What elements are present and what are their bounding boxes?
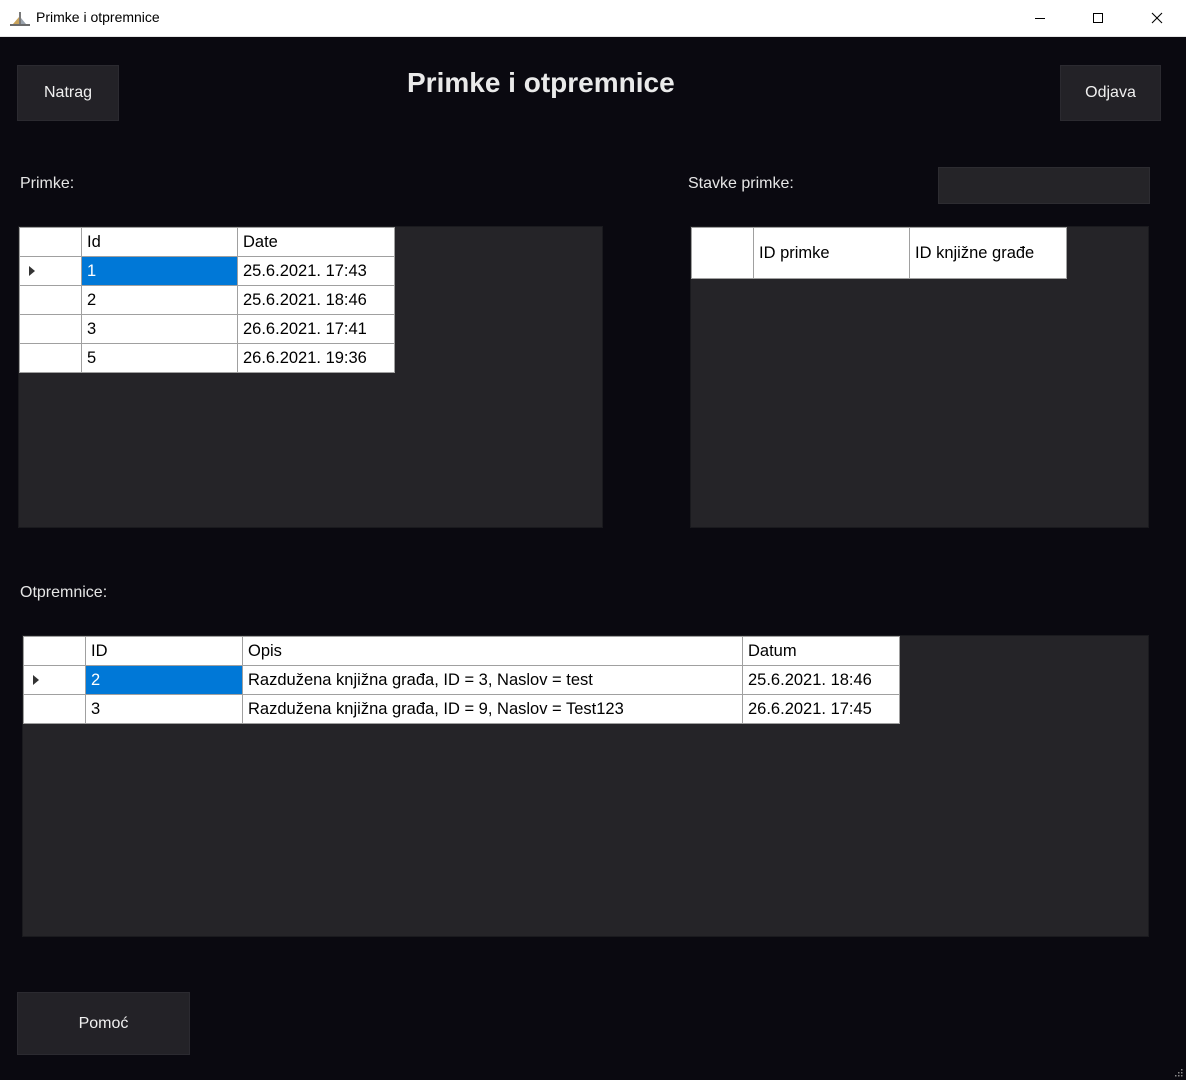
cell-id[interactable]: 3 bbox=[85, 694, 243, 724]
otpremnice-grid[interactable]: ID Opis Datum 2 Razdužena knjižna građa,… bbox=[22, 635, 1149, 937]
row-selector[interactable] bbox=[23, 694, 86, 724]
cell-opis[interactable]: Razdužena knjižna građa, ID = 3, Naslov … bbox=[242, 665, 743, 695]
row-selector[interactable] bbox=[19, 256, 82, 286]
resize-grip-icon[interactable] bbox=[1173, 1067, 1183, 1077]
otpremnice-header-row: ID Opis Datum bbox=[23, 636, 900, 666]
table-row[interactable]: 5 26.6.2021. 19:36 bbox=[19, 343, 395, 373]
stavke-header-row: ID primke ID knjižne građe bbox=[691, 227, 1067, 279]
help-button[interactable]: Pomoć bbox=[17, 992, 190, 1055]
cell-opis[interactable]: Razdužena knjižna građa, ID = 9, Naslov … bbox=[242, 694, 743, 724]
window-client-area: Natrag Primke i otpremnice Odjava Primke… bbox=[1, 37, 1185, 1079]
current-row-arrow-icon bbox=[29, 265, 35, 276]
table-row[interactable]: 2 Razdužena knjižna građa, ID = 3, Naslo… bbox=[23, 665, 900, 695]
row-header-corner bbox=[691, 227, 754, 279]
app-icon bbox=[10, 12, 30, 26]
row-selector[interactable] bbox=[19, 314, 82, 344]
column-header-datum[interactable]: Datum bbox=[742, 636, 900, 666]
stavke-grid[interactable]: ID primke ID knjižne građe bbox=[690, 226, 1149, 528]
cell-id[interactable]: 2 bbox=[81, 285, 238, 315]
row-selector[interactable] bbox=[23, 665, 86, 695]
primke-table: Id Date 1 25.6.2021. 17:43 2 25.6.2021. … bbox=[19, 227, 395, 373]
table-row[interactable]: 3 26.6.2021. 17:41 bbox=[19, 314, 395, 344]
row-header-corner bbox=[19, 227, 82, 257]
cell-id[interactable]: 3 bbox=[81, 314, 238, 344]
column-header-id-primke[interactable]: ID primke bbox=[753, 227, 910, 279]
maximize-button[interactable] bbox=[1069, 0, 1127, 36]
column-header-opis[interactable]: Opis bbox=[242, 636, 743, 666]
maximize-icon bbox=[1093, 13, 1103, 23]
primke-grid[interactable]: Id Date 1 25.6.2021. 17:43 2 25.6.2021. … bbox=[18, 226, 603, 528]
otpremnice-table: ID Opis Datum 2 Razdužena knjižna građa,… bbox=[23, 636, 900, 724]
row-selector[interactable] bbox=[19, 343, 82, 373]
back-button[interactable]: Natrag bbox=[17, 65, 119, 121]
table-row[interactable]: 3 Razdužena knjižna građa, ID = 9, Naslo… bbox=[23, 694, 900, 724]
cell-date[interactable]: 26.6.2021. 17:41 bbox=[237, 314, 395, 344]
stavke-table: ID primke ID knjižne građe bbox=[691, 227, 1067, 279]
column-header-id[interactable]: ID bbox=[85, 636, 243, 666]
column-header-date[interactable]: Date bbox=[237, 227, 395, 257]
cell-id[interactable]: 1 bbox=[81, 256, 238, 286]
table-row[interactable]: 2 25.6.2021. 18:46 bbox=[19, 285, 395, 315]
page-title: Primke i otpremnice bbox=[407, 67, 675, 98]
cell-date[interactable]: 25.6.2021. 18:46 bbox=[237, 285, 395, 315]
cell-id[interactable]: 5 bbox=[81, 343, 238, 373]
close-button[interactable] bbox=[1128, 0, 1186, 36]
minimize-icon bbox=[1035, 18, 1045, 19]
cell-date[interactable]: 26.6.2021. 19:36 bbox=[237, 343, 395, 373]
primke-label: Primke: bbox=[20, 175, 75, 192]
minimize-button[interactable] bbox=[1011, 0, 1069, 36]
close-icon bbox=[1151, 12, 1163, 24]
row-header-corner bbox=[23, 636, 86, 666]
column-header-id-knjizne-grade[interactable]: ID knjižne građe bbox=[909, 227, 1067, 279]
row-selector[interactable] bbox=[19, 285, 82, 315]
window-title: Primke i otpremnice bbox=[36, 9, 160, 25]
stavke-input[interactable] bbox=[938, 167, 1150, 204]
logout-button[interactable]: Odjava bbox=[1060, 65, 1161, 121]
current-row-arrow-icon bbox=[33, 674, 39, 685]
primke-header-row: Id Date bbox=[19, 227, 395, 257]
column-header-id[interactable]: Id bbox=[81, 227, 238, 257]
title-bar: Primke i otpremnice bbox=[0, 0, 1186, 37]
table-row[interactable]: 1 25.6.2021. 17:43 bbox=[19, 256, 395, 286]
cell-date[interactable]: 25.6.2021. 17:43 bbox=[237, 256, 395, 286]
cell-datum[interactable]: 25.6.2021. 18:46 bbox=[742, 665, 900, 695]
stavke-label: Stavke primke: bbox=[688, 175, 794, 192]
cell-id[interactable]: 2 bbox=[85, 665, 243, 695]
cell-datum[interactable]: 26.6.2021. 17:45 bbox=[742, 694, 900, 724]
otpremnice-label: Otpremnice: bbox=[20, 584, 108, 601]
